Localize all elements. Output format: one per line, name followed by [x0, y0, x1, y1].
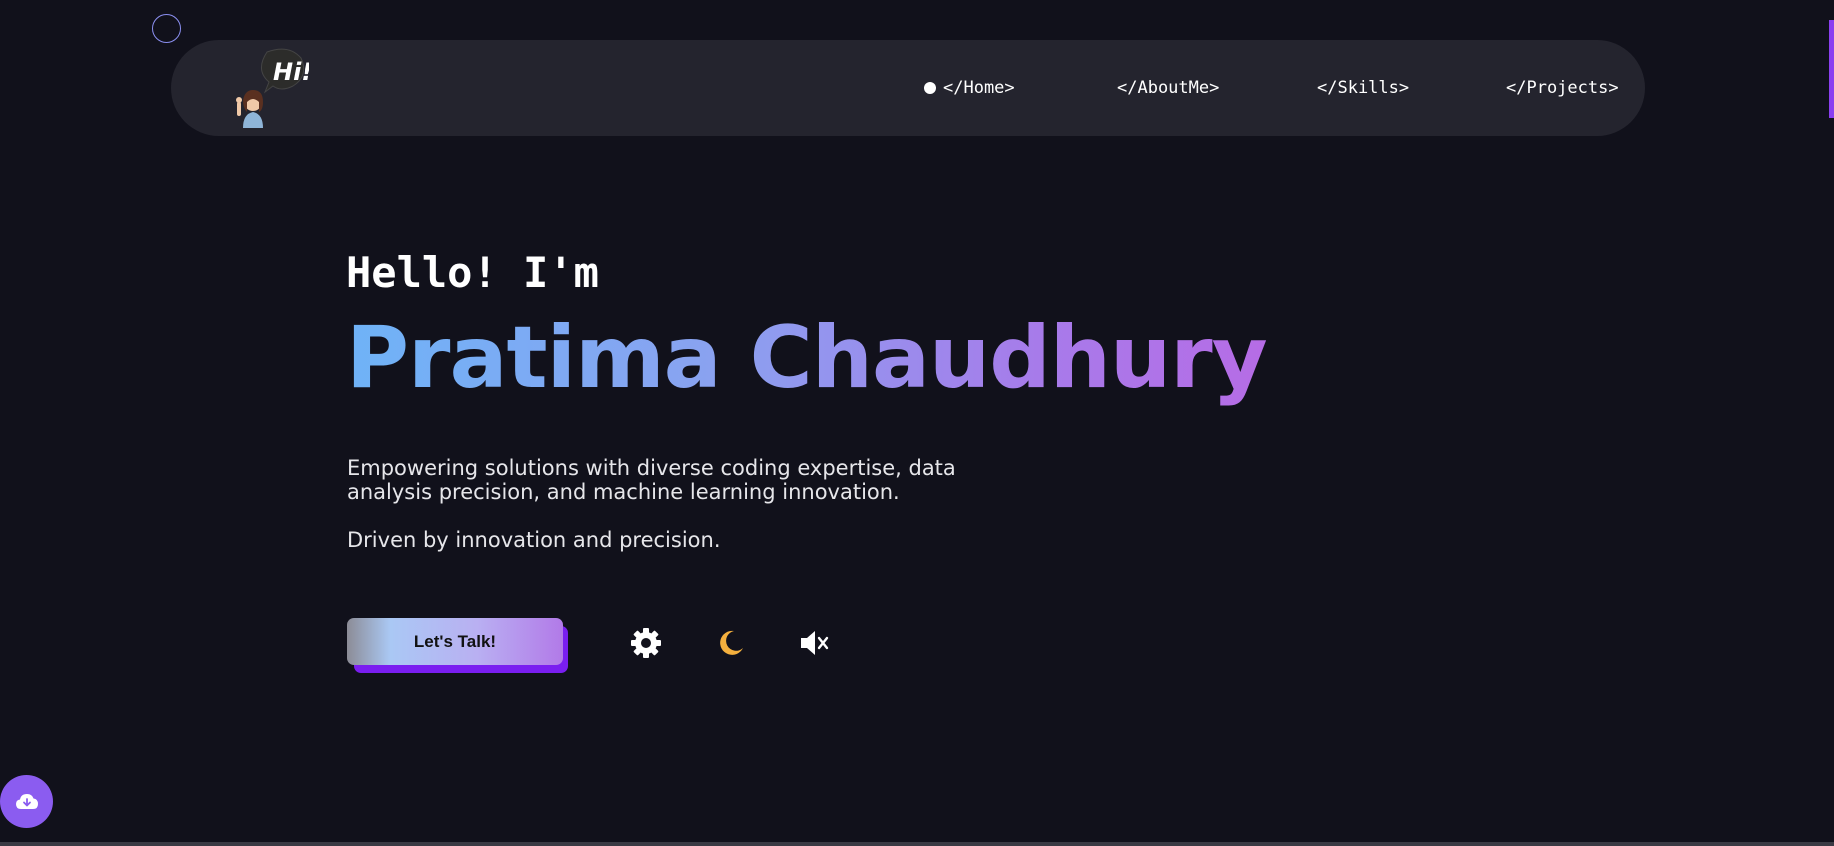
- hero-tagline: Driven by innovation and precision.: [347, 528, 721, 552]
- scroll-progress-indicator: [1829, 20, 1834, 118]
- speaker-muted-icon: [801, 631, 829, 655]
- hi-avatar-icon: Hi!: [236, 48, 312, 128]
- nav-item-skills[interactable]: </Skills>: [1317, 78, 1409, 98]
- lets-talk-button[interactable]: Let's Talk!: [347, 618, 563, 665]
- settings-button[interactable]: [628, 625, 664, 661]
- active-indicator-dot: [924, 82, 936, 94]
- page: Hi! </Home> </AboutMe> </Skills> </Proje…: [0, 0, 1834, 846]
- svg-text:Hi!: Hi!: [273, 58, 309, 86]
- nav-item-aboutme[interactable]: </AboutMe>: [1117, 78, 1219, 98]
- logo-hi-avatar[interactable]: Hi!: [231, 46, 312, 128]
- bottom-scrollbar: [0, 842, 1834, 846]
- theme-toggle-button[interactable]: [713, 625, 749, 661]
- sound-toggle-button[interactable]: [797, 625, 833, 661]
- lets-talk-wrapper: Let's Talk!: [347, 618, 569, 674]
- download-resume-button[interactable]: [0, 775, 53, 828]
- navbar: Hi! </Home> </AboutMe> </Skills> </Proje…: [171, 40, 1645, 136]
- hero-description: Empowering solutions with diverse coding…: [347, 456, 956, 504]
- moon-icon: [720, 630, 743, 655]
- nav-item-projects[interactable]: </Projects>: [1506, 78, 1619, 98]
- gear-icon: [631, 628, 661, 658]
- nav-item-home[interactable]: </Home>: [943, 78, 1015, 98]
- hero-name: Pratima Chaudhury: [346, 308, 1268, 408]
- nav-links: </Home> </AboutMe> </Skills> </Projects>: [924, 40, 1624, 136]
- cloud-download-icon: [15, 793, 38, 809]
- hero-greeting: Hello! I'm: [346, 248, 599, 297]
- cursor-ring: [152, 14, 181, 43]
